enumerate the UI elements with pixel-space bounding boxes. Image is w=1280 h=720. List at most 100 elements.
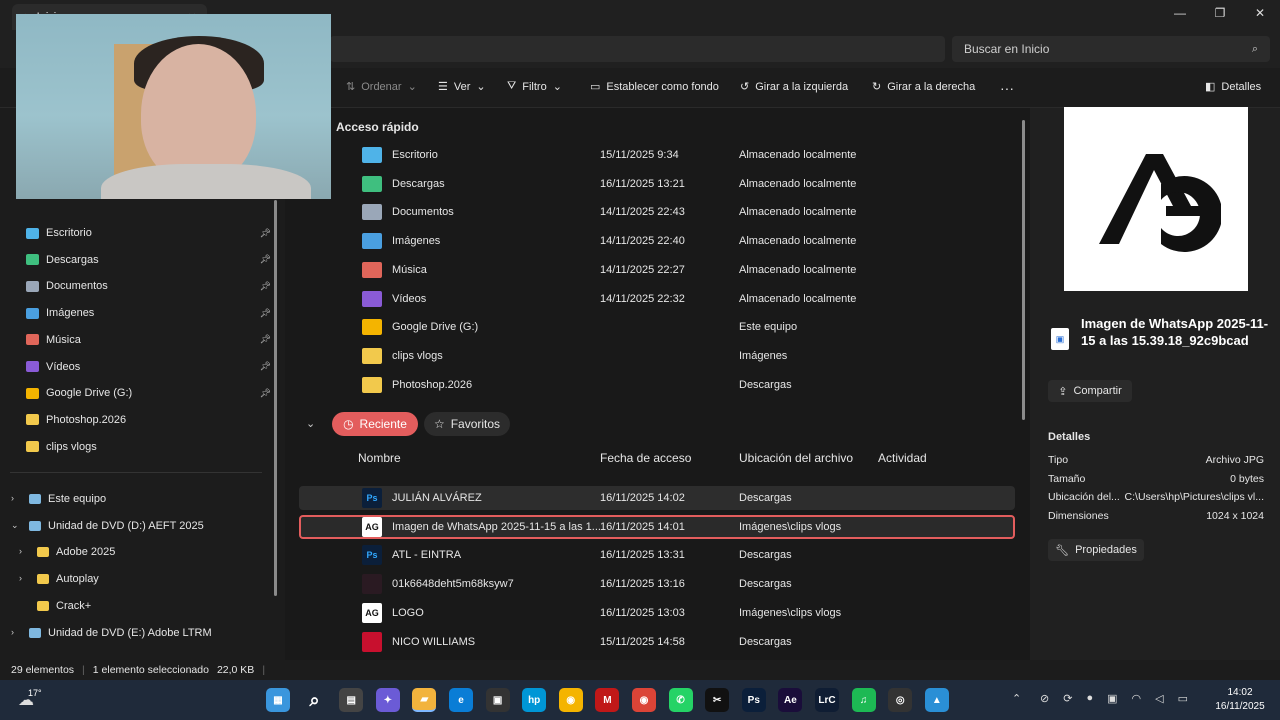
expand-chevron-icon[interactable]: › [19,546,22,556]
search-icon[interactable]: ⌕ [303,688,327,712]
pin-icon[interactable]: 📌︎ [260,361,271,372]
rotate-right-button[interactable]: ↻ Girar a la derecha [872,80,975,94]
chrome-icon[interactable]: ◉ [632,688,656,712]
task-view-icon[interactable]: ▤ [339,688,364,712]
lightroom-classic-icon[interactable]: LrC [815,688,839,712]
tree-item[interactable]: Crack+ [37,596,267,616]
folder-icon [26,441,39,453]
search-placeholder: Buscar en Inicio [964,42,1050,56]
quick-access-item[interactable]: Música 14/11/2025 22:27 Almacenado localme… [362,260,1012,280]
expand-chevron-icon[interactable]: › [19,573,22,583]
recent-row[interactable]: 01k6648deht5m68ksyw7 16/11/2025 13:16 Desc… [362,574,1012,595]
sync-icon: ⟳ [1063,693,1073,705]
filter-button[interactable]: ⛛ Filtro ⌄ [507,80,562,93]
recent-row[interactable]: Ps JULIÁN ALVÁREZ 16/11/2025 14:02 Descarga… [362,488,1012,508]
tab-recent[interactable]: ◷ Reciente [332,412,418,436]
photoshop-icon[interactable]: Ps [741,688,766,712]
recent-row[interactable]: Ps ATL - EINTRA 16/11/2025 13:31 Descargas [362,545,1012,566]
tree-item[interactable]: Autoplay [37,569,267,589]
sidebar-scrollbar[interactable] [274,200,277,596]
store-icon[interactable]: ▣ [485,688,510,712]
sidebar-divider [10,472,262,473]
pin-icon[interactable]: 📌︎ [260,308,271,319]
battery-icon: ▭ [1177,693,1188,705]
tree-item[interactable]: Este equipo [29,489,259,509]
sidebar-item[interactable]: Documentos 📌︎ [26,276,271,296]
sidebar-item[interactable]: Google Drive (G:) 📌︎ [26,383,271,403]
recent-row[interactable]: NICO WILLIAMS 15/11/2025 14:58 Descargas [362,631,1012,652]
main-scrollbar[interactable] [1022,120,1025,420]
edge-icon[interactable]: e [449,688,473,712]
quick-access-item[interactable]: Documentos 14/11/2025 22:43 Almacenado loc… [362,202,1012,222]
search-input[interactable]: Buscar en Inicio ⌕ [952,36,1270,62]
start-icon[interactable]: ▦ [266,688,290,712]
sidebar-item[interactable]: Música 📌︎ [26,330,271,350]
quick-access-item[interactable]: Photoshop.2026 Descargas [362,375,1012,395]
column-header-name[interactable]: Nombre [358,451,401,465]
pin-icon[interactable]: 📌︎ [260,388,271,399]
column-header-activity[interactable]: Actividad [878,451,927,465]
expand-chevron-icon[interactable]: › [11,627,14,637]
clock-icon: ◷ [343,417,354,431]
tree-item[interactable]: Unidad de DVD (D:) AEFT 2025 [29,516,259,536]
sidebar-item[interactable]: Descargas 📌︎ [26,250,271,270]
minimize-button[interactable]: — [1160,0,1200,26]
sidebar-item[interactable]: Photoshop.2026 [26,410,271,430]
photos-icon[interactable]: ▲ [924,688,949,712]
sidebar-item[interactable]: Escritorio 📌︎ [26,223,271,243]
quick-access-item[interactable]: Descargas 16/11/2025 13:21 Almacenado loca… [362,174,1012,194]
pin-icon[interactable]: 📌︎ [260,334,271,345]
mcafee-icon[interactable]: M [595,688,620,712]
recent-row[interactable]: AG LOGO 16/11/2025 13:03 Imágenes\clips vlo… [362,602,1012,623]
quick-access-item[interactable]: Imágenes 14/11/2025 22:40 Almacenado local… [362,231,1012,251]
hp-icon[interactable]: hp [522,688,547,712]
expand-chevron-icon[interactable]: ⌄ [11,520,19,531]
chrome-canary-icon[interactable]: ◉ [558,688,583,712]
detail-value: 0 bytes [1230,472,1264,485]
sort-label: Ordenar [361,80,402,93]
column-header-location[interactable]: Ubicación del archivo [739,451,853,465]
recent-row[interactable]: AG Imagen de WhatsApp 2025-11-15 a las 1.… [362,516,1012,537]
quick-access-item[interactable]: clips vlogs Imágenes [362,346,1012,366]
details-toggle-button[interactable]: ◧ Detalles [1205,80,1261,94]
view-button[interactable]: ☰ Ver ⌄ [438,80,486,94]
set-background-button[interactable]: ▭ Establecer como fondo [590,80,719,94]
system-tray[interactable]: ⊘ ⟳ ● ▣ ◠ ◁ ▭ [1040,692,1188,705]
recent-item-name: Imagen de WhatsApp 2025-11-15 a las 1... [392,520,601,533]
sidebar-item[interactable]: clips vlogs [26,437,271,457]
quick-access-item[interactable]: Google Drive (G:) Este equipo [362,317,1012,337]
document-icon [26,280,39,292]
obs-icon[interactable]: ◎ [888,688,913,712]
item-location: Almacenado localmente [739,263,857,276]
sidebar-item[interactable]: Imágenes 📌︎ [26,303,271,323]
file-explorer-icon[interactable]: ▰ [412,688,437,712]
sidebar-item[interactable]: Vídeos 📌︎ [26,357,271,377]
close-button[interactable]: ✕ [1240,0,1280,26]
sidebar-item-label: Google Drive (G:) [46,387,133,400]
pin-icon[interactable]: 📌︎ [260,254,271,265]
collapse-chevron-icon[interactable]: ⌄ [306,417,315,430]
quick-access-item[interactable]: Vídeos 14/11/2025 22:32 Almacenado localme… [362,289,1012,309]
clock[interactable]: 14:02 16/11/2025 [1210,686,1270,714]
after-effects-icon[interactable]: Ae [778,688,803,712]
capcut-icon[interactable]: ✂ [705,688,730,712]
tree-item[interactable]: Adobe 2025 [37,542,267,562]
expand-chevron-icon[interactable]: › [11,493,14,503]
maximize-button[interactable]: ❐ [1200,0,1240,26]
properties-button[interactable]: 🔧︎ Propiedades [1048,539,1144,561]
sort-button[interactable]: ⇅ Ordenar ⌄ [346,80,417,94]
quick-access-item[interactable]: Escritorio 15/11/2025 9:34 Almacenado loca… [362,145,1012,165]
spotify-icon[interactable]: ♫ [851,688,876,712]
tab-favorites[interactable]: ☆ Favoritos [424,412,510,436]
share-button[interactable]: ⇪ Compartir [1048,380,1132,402]
pin-icon[interactable]: 📌︎ [260,281,271,292]
column-header-date[interactable]: Fecha de acceso [600,451,691,465]
tree-item[interactable]: Unidad de DVD (E:) Adobe LTRM [29,623,259,643]
rotate-left-button[interactable]: ↺ Girar a la izquierda [740,80,848,94]
more-options-button[interactable]: ··· [1000,80,1014,96]
address-bar[interactable] [330,36,945,62]
whatsapp-icon[interactable]: ✆ [668,688,693,712]
pin-icon[interactable]: 📌︎ [260,228,271,239]
copilot-icon[interactable]: ✦ [375,688,400,712]
tray-chevron-icon[interactable]: ⌃ [1012,692,1021,705]
